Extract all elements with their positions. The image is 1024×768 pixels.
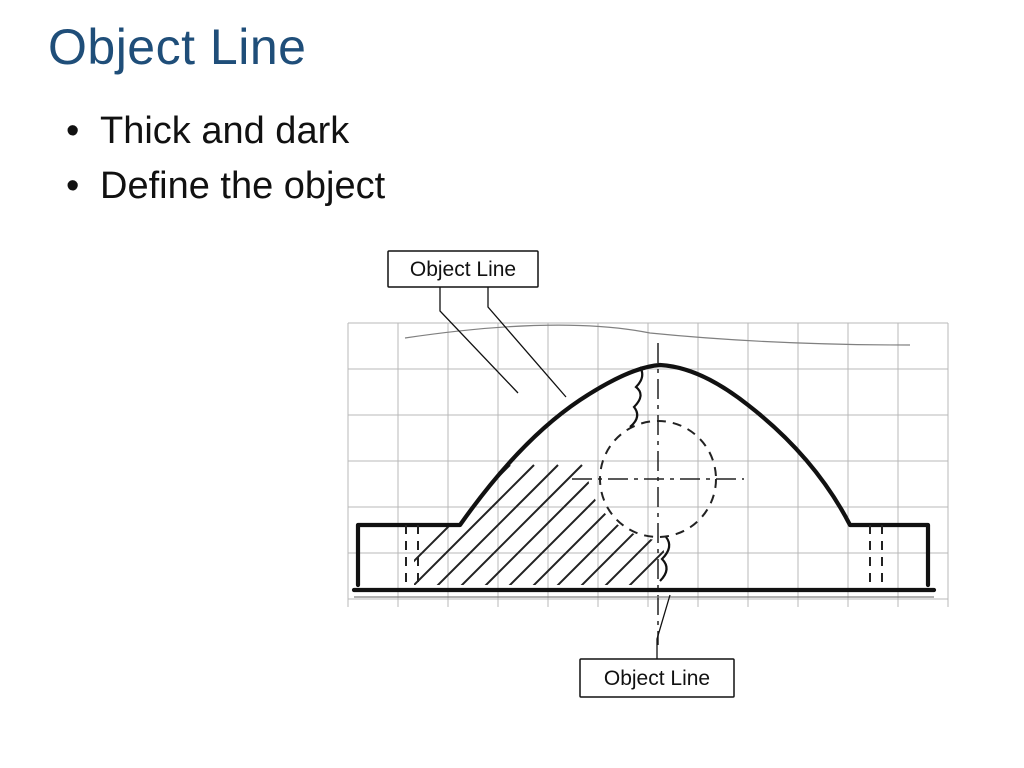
- break-line-icon: [660, 537, 669, 581]
- bullet-list: Thick and dark Define the object: [66, 104, 976, 214]
- section-hatch: [370, 465, 750, 605]
- list-item: Define the object: [66, 159, 976, 214]
- callout-bottom: Object Line: [580, 595, 734, 697]
- callout-bottom-label: Object Line: [604, 667, 710, 690]
- slide: Object Line Thick and dark Define the ob…: [0, 0, 1024, 768]
- list-item: Thick and dark: [66, 104, 976, 159]
- technical-drawing-figure: Object Line Object Line: [310, 245, 970, 715]
- object-outline: [354, 365, 934, 597]
- callout-top-label: Object Line: [410, 258, 516, 281]
- slide-title: Object Line: [48, 18, 976, 76]
- callout-top: Object Line: [388, 251, 566, 397]
- break-line-icon: [630, 367, 642, 427]
- drawing-svg: Object Line Object Line: [310, 245, 970, 715]
